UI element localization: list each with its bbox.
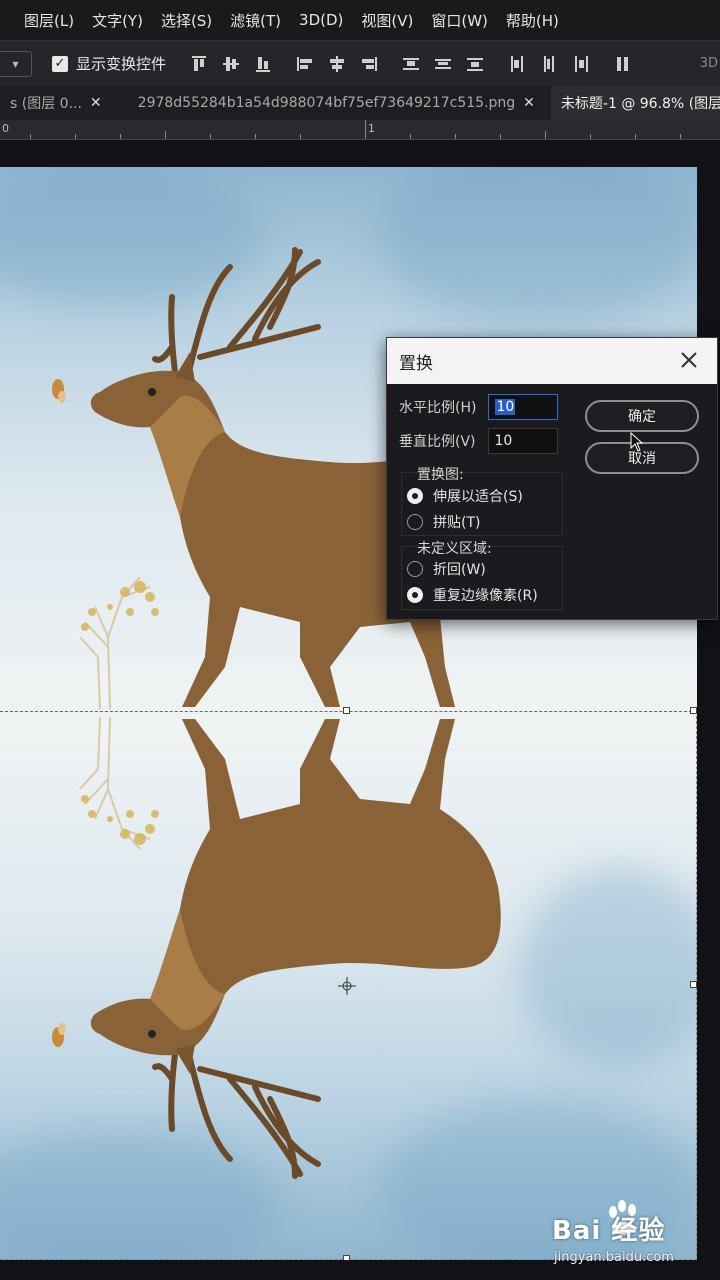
vertical-scale-row: 垂直比例(V) 10 bbox=[399, 428, 558, 454]
show-transform-controls-label: 显示变换控件 bbox=[76, 55, 167, 73]
horizontal-ruler[interactable]: 0 1 bbox=[0, 120, 720, 140]
horizontal-scale-label: 水平比例(H) bbox=[399, 400, 477, 416]
distribute-center-icon[interactable] bbox=[434, 55, 452, 73]
dialog-title-bar[interactable]: 置换 bbox=[387, 338, 717, 384]
align-bottom-edges-icon[interactable] bbox=[254, 55, 272, 73]
align-horizontal-centers-icon[interactable] bbox=[328, 55, 346, 73]
radio-unchecked-icon bbox=[407, 514, 423, 530]
radio-checked-icon bbox=[407, 587, 423, 603]
transform-handle-top-right[interactable] bbox=[690, 707, 697, 714]
close-icon[interactable] bbox=[677, 348, 701, 372]
radio-unchecked-icon bbox=[407, 561, 423, 577]
radio-checked-icon bbox=[407, 488, 423, 504]
watermark-brand: Bai 经验 bbox=[552, 1216, 666, 1246]
align-top-edges-icon[interactable] bbox=[190, 55, 208, 73]
align-vertical-centers-icon[interactable] bbox=[222, 55, 240, 73]
tab-document-2[interactable]: 2978d55284b1a54d988074bf75ef73649217c515… bbox=[128, 86, 545, 120]
dialog-title: 置换 bbox=[399, 353, 433, 374]
radio-tile[interactable]: 拼贴(T) bbox=[407, 512, 480, 532]
transform-reference-point-icon[interactable] bbox=[338, 977, 356, 995]
close-icon[interactable]: ✕ bbox=[90, 95, 102, 111]
transform-handle-bottom[interactable] bbox=[343, 1255, 350, 1260]
menu-select[interactable]: 选择(S) bbox=[152, 10, 221, 31]
align-left-edges-icon[interactable] bbox=[296, 55, 314, 73]
distribute-group bbox=[402, 55, 484, 73]
displace-dialog: 置换 水平比例(H) 10 垂直比例(V) 10 确定 取消 置换图: 伸展以适… bbox=[386, 337, 718, 620]
tab-label: s (图层 0... bbox=[10, 96, 82, 112]
horizontal-scale-row: 水平比例(H) 10 bbox=[399, 394, 559, 420]
document-canvas[interactable] bbox=[0, 167, 697, 1260]
menu-3d[interactable]: 3D(D) bbox=[290, 11, 352, 29]
options-bar: ▾ ✓ 显示变换控件 3D bbox=[0, 40, 720, 86]
undefined-areas-label: 未定义区域: bbox=[417, 541, 492, 557]
checkbox-checked-icon: ✓ bbox=[52, 55, 68, 72]
show-transform-controls-checkbox[interactable]: ✓ 显示变换控件 bbox=[52, 53, 166, 74]
ruler-mark-0: 0 bbox=[2, 122, 9, 135]
canvas-workspace[interactable] bbox=[0, 140, 720, 1280]
radio-wrap-around[interactable]: 折回(W) bbox=[407, 559, 486, 579]
menu-filter[interactable]: 滤镜(T) bbox=[221, 10, 290, 31]
watermark-url: jingyan.baidu.com bbox=[554, 1250, 674, 1265]
tab-label: 未标题-1 @ 96.8% (图层 2, bbox=[560, 96, 720, 112]
menu-layer[interactable]: 图层(L) bbox=[0, 10, 83, 31]
distribute-right-icon[interactable] bbox=[572, 55, 590, 73]
tab-label: 2978d55284b1a54d988074bf75ef73649217c515… bbox=[137, 95, 516, 111]
distribute-horizontal-group bbox=[508, 55, 590, 73]
chevron-down-icon: ▾ bbox=[12, 56, 19, 71]
radio-stretch-to-fit[interactable]: 伸展以适合(S) bbox=[407, 486, 523, 506]
tool-preset-dropdown[interactable]: ▾ bbox=[0, 50, 32, 77]
butterfly-icon bbox=[52, 379, 66, 403]
close-icon[interactable]: ✕ bbox=[523, 95, 535, 111]
menu-help[interactable]: 帮助(H) bbox=[497, 10, 568, 31]
tab-document-active[interactable]: 未标题-1 @ 96.8% (图层 2, bbox=[550, 86, 720, 120]
ruler-mark-1: 1 bbox=[368, 122, 375, 135]
displacement-map-label: 置换图: bbox=[417, 467, 464, 483]
auto-align-layers-icon[interactable] bbox=[614, 55, 632, 73]
mode-3d-label[interactable]: 3D bbox=[700, 56, 720, 71]
horizontal-scale-input[interactable]: 10 bbox=[488, 394, 559, 420]
menu-window[interactable]: 窗口(W) bbox=[422, 10, 497, 31]
menu-view[interactable]: 视图(V) bbox=[352, 10, 422, 31]
tab-document-1[interactable]: s (图层 0... ✕ bbox=[0, 86, 112, 120]
radio-repeat-edge-pixels[interactable]: 重复边缘像素(R) bbox=[407, 585, 538, 605]
align-right-edges-icon[interactable] bbox=[360, 55, 378, 73]
distribute-bottom-icon[interactable] bbox=[466, 55, 484, 73]
distribute-left-icon[interactable] bbox=[508, 55, 526, 73]
menu-bar: 图层(L) 文字(Y) 选择(S) 滤镜(T) 3D(D) 视图(V) 窗口(W… bbox=[0, 0, 720, 40]
baidu-watermark: Bai 经验 jingyan.baidu.com bbox=[552, 1200, 712, 1272]
transform-handle-right[interactable] bbox=[690, 981, 697, 988]
auto-align-group bbox=[614, 55, 632, 73]
ok-button[interactable]: 确定 bbox=[585, 400, 699, 432]
align-buttons-group bbox=[190, 55, 272, 73]
vertical-scale-input[interactable]: 10 bbox=[487, 428, 558, 454]
menu-type[interactable]: 文字(Y) bbox=[83, 10, 152, 31]
align-horizontal-group bbox=[296, 55, 378, 73]
vertical-scale-label: 垂直比例(V) bbox=[399, 434, 476, 450]
mouse-cursor-icon bbox=[630, 432, 644, 452]
distribute-hcenter-icon[interactable] bbox=[540, 55, 558, 73]
distribute-top-icon[interactable] bbox=[402, 55, 420, 73]
document-tab-bar: s (图层 0... ✕ 2978d55284b1a54d988074bf75e… bbox=[0, 86, 720, 120]
transform-handle-top[interactable] bbox=[343, 707, 350, 714]
